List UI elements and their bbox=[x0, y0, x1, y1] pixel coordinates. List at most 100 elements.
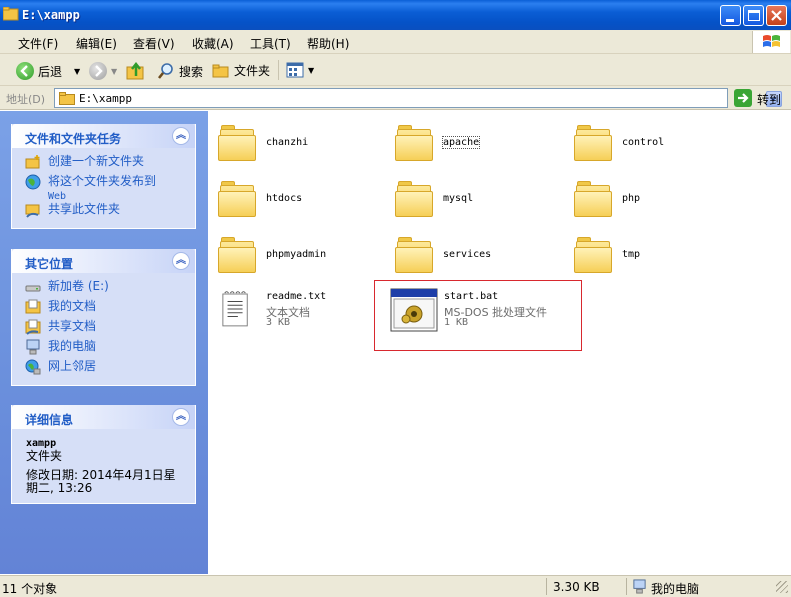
item-size: 3 KB bbox=[266, 317, 291, 328]
folder-icon bbox=[218, 181, 258, 217]
folder-item[interactable]: tmp bbox=[574, 231, 744, 275]
windows-flag-icon bbox=[763, 35, 780, 47]
folder-item[interactable]: mysql bbox=[395, 175, 565, 219]
menu-help[interactable]: 帮助(H) bbox=[307, 35, 349, 52]
other-places-panel: 其它位置 ︽ 新加卷 (E:) 我的文档 共享文档 我的电脑 网上邻居 bbox=[11, 249, 196, 386]
back-label: 后退 bbox=[38, 64, 63, 79]
folder-item[interactable]: htdocs bbox=[218, 175, 388, 219]
views-dropdown-icon: ▼ bbox=[308, 65, 315, 75]
place-network[interactable]: 网上邻居 bbox=[12, 359, 195, 379]
menu-edit[interactable]: 编辑(E) bbox=[76, 35, 117, 52]
menu-favorites[interactable]: 收藏(A) bbox=[192, 35, 234, 52]
panel-title: 文件和文件夹任务 bbox=[25, 132, 122, 146]
item-name: control bbox=[622, 137, 665, 148]
menu-bar: 文件(F) 编辑(E) 查看(V) 收藏(A) 工具(T) 帮助(H) bbox=[0, 30, 791, 54]
folder-icon bbox=[395, 181, 435, 217]
item-name: php bbox=[622, 193, 641, 204]
folder-icon bbox=[395, 125, 435, 161]
address-input[interactable]: E:\xampp bbox=[54, 88, 782, 108]
text-document-icon bbox=[222, 291, 248, 327]
go-button[interactable]: 转到 bbox=[757, 91, 781, 108]
forward-dropdown-icon[interactable]: ▼ bbox=[111, 67, 117, 76]
details-type: 文件夹 bbox=[26, 449, 63, 463]
toolbar: 后退 ▼ ▼ 搜索 文件夹 ▼ bbox=[0, 54, 791, 86]
collapse-icon[interactable]: ︽ bbox=[172, 252, 190, 270]
minimize-icon bbox=[726, 19, 734, 22]
computer-icon bbox=[26, 339, 40, 355]
menu-file[interactable]: 文件(F) bbox=[18, 35, 58, 52]
task-pane: 文件和文件夹任务 ︽ 创建一个新文件夹 将这个文件夹发布到 Web 共享此文件夹… bbox=[0, 111, 208, 574]
status-divider bbox=[546, 578, 547, 595]
up-button[interactable] bbox=[126, 62, 146, 80]
back-dropdown-icon[interactable]: ▼ bbox=[74, 67, 80, 76]
details-modified: 修改日期: 2014年4月1日星期二, 13:26 bbox=[26, 468, 176, 495]
resize-grip-icon[interactable] bbox=[776, 581, 788, 593]
forward-button[interactable]: ▼ bbox=[89, 62, 117, 80]
folder-icon bbox=[395, 237, 435, 273]
panel-title: 其它位置 bbox=[25, 257, 74, 271]
search-icon bbox=[157, 63, 173, 79]
item-name: tmp bbox=[622, 249, 641, 260]
folder-icon bbox=[574, 125, 614, 161]
collapse-icon[interactable]: ︽ bbox=[172, 408, 190, 426]
place-my-documents[interactable]: 我的文档 bbox=[12, 299, 195, 319]
panel-header[interactable]: 详细信息 ︽ bbox=[12, 405, 195, 429]
folder-icon bbox=[218, 237, 258, 273]
drive-icon bbox=[25, 285, 41, 292]
file-tasks-panel: 文件和文件夹任务 ︽ 创建一个新文件夹 将这个文件夹发布到 Web 共享此文件夹 bbox=[11, 124, 196, 229]
folder-icon bbox=[574, 181, 614, 217]
place-shared-documents[interactable]: 共享文档 bbox=[12, 319, 195, 339]
menu-view[interactable]: 查看(V) bbox=[133, 35, 175, 52]
folder-item[interactable]: phpmyadmin bbox=[218, 231, 388, 275]
folders-label: 文件夹 bbox=[234, 64, 271, 78]
shared-documents-icon bbox=[25, 319, 41, 335]
folder-item[interactable]: chanzhi bbox=[218, 119, 388, 163]
folder-item[interactable]: php bbox=[574, 175, 744, 219]
panel-title: 详细信息 bbox=[25, 413, 74, 427]
item-name: services bbox=[443, 249, 492, 260]
folder-item[interactable]: services bbox=[395, 231, 565, 275]
item-name: mysql bbox=[443, 193, 474, 204]
network-icon bbox=[25, 359, 41, 375]
maximize-icon bbox=[748, 10, 760, 21]
folder-item[interactable]: control bbox=[574, 119, 744, 163]
place-my-computer[interactable]: 我的电脑 bbox=[12, 339, 195, 359]
folder-icon bbox=[3, 7, 19, 21]
publish-web-link[interactable]: 将这个文件夹发布到 Web bbox=[12, 174, 195, 202]
search-label: 搜索 bbox=[179, 64, 204, 79]
maximize-button[interactable] bbox=[743, 5, 764, 26]
folder-up-icon bbox=[126, 62, 144, 80]
views-icon bbox=[286, 62, 304, 78]
folders-button[interactable]: 文件夹 bbox=[212, 62, 270, 79]
shared-folder-icon bbox=[25, 204, 40, 218]
menu-tools[interactable]: 工具(T) bbox=[250, 35, 291, 52]
panel-header[interactable]: 其它位置 ︽ bbox=[12, 249, 195, 273]
close-button[interactable] bbox=[766, 5, 787, 26]
title-bar[interactable]: E:\xampp bbox=[0, 0, 791, 30]
address-bar: 地址(D) E:\xampp 转到 bbox=[0, 86, 791, 110]
status-location: 我的电脑 bbox=[651, 582, 700, 596]
share-folder-link[interactable]: 共享此文件夹 bbox=[12, 202, 195, 222]
place-local-disk[interactable]: 新加卷 (E:) bbox=[12, 279, 195, 299]
folder-icon bbox=[59, 92, 75, 105]
documents-folder-icon bbox=[25, 299, 41, 314]
forward-arrow-icon bbox=[89, 62, 107, 80]
collapse-icon[interactable]: ︽ bbox=[172, 127, 190, 145]
minimize-button[interactable] bbox=[720, 5, 741, 26]
back-arrow-icon bbox=[16, 62, 34, 80]
status-divider bbox=[626, 578, 627, 595]
folders-icon bbox=[212, 64, 229, 77]
toolbar-separator bbox=[278, 60, 279, 80]
item-name: readme.txt bbox=[266, 291, 327, 302]
globe-icon bbox=[25, 174, 41, 190]
go-arrow-icon[interactable] bbox=[734, 89, 752, 107]
search-button[interactable]: 搜索 bbox=[157, 62, 203, 80]
panel-header[interactable]: 文件和文件夹任务 ︽ bbox=[12, 124, 195, 148]
back-button[interactable]: 后退 ▼ bbox=[16, 62, 80, 80]
computer-icon bbox=[633, 579, 646, 594]
views-button[interactable]: ▼ bbox=[286, 62, 314, 78]
new-folder-link[interactable]: 创建一个新文件夹 bbox=[12, 154, 195, 174]
folder-item[interactable]: apache bbox=[395, 119, 565, 163]
window-title: E:\xampp bbox=[22, 8, 80, 22]
file-item-readme[interactable]: readme.txt 文本文档 3 KB bbox=[218, 291, 388, 335]
